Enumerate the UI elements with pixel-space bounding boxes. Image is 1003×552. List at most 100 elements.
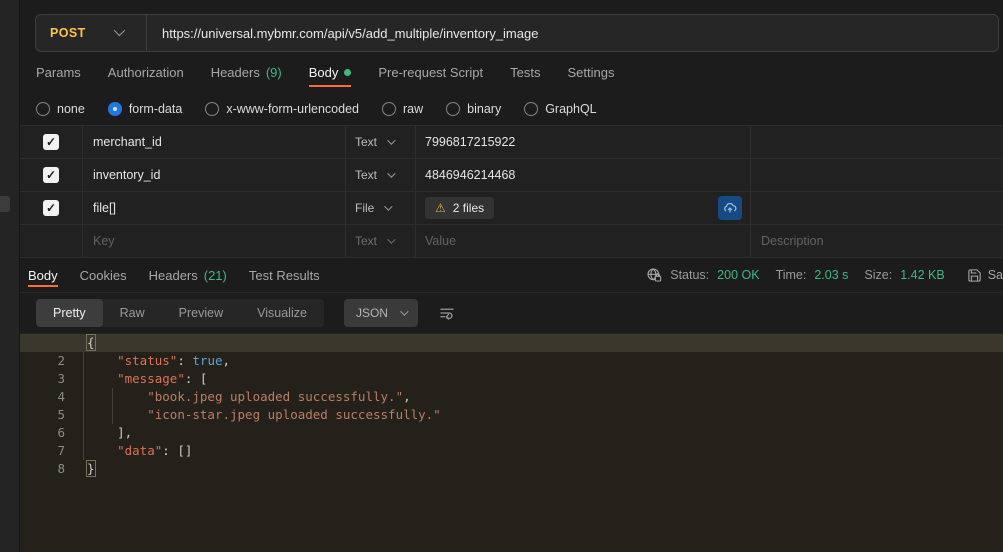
mode-label: GraphQL xyxy=(545,102,596,116)
files-badge[interactable]: ⚠ 2 files xyxy=(425,197,494,219)
body-mode-raw[interactable]: raw xyxy=(382,102,423,116)
type-select[interactable]: Text xyxy=(345,159,415,191)
key-input[interactable] xyxy=(93,234,345,248)
response-tabs: Body Cookies Headers(21) Test Results xyxy=(28,258,320,292)
view-tab-visualize[interactable]: Visualize xyxy=(240,299,324,327)
radio-icon xyxy=(524,102,538,116)
code-content: { "status": true, "message": [ "book.jpe… xyxy=(83,334,1003,552)
save-label: Sa xyxy=(988,268,1003,282)
type-label: Text xyxy=(355,168,377,182)
chevron-down-icon xyxy=(387,169,395,177)
code-line: "message": [ xyxy=(87,370,1003,388)
url-input[interactable]: https://universal.mybmr.com/api/v5/add_m… xyxy=(147,26,538,41)
view-tab-raw[interactable]: Raw xyxy=(103,299,162,327)
row-checkbox[interactable]: ✓ xyxy=(43,200,59,216)
save-response-button[interactable]: Sa xyxy=(967,268,1003,283)
description-input[interactable] xyxy=(761,234,1003,248)
value-cell[interactable]: 4846946214468 xyxy=(415,159,750,191)
value-input[interactable] xyxy=(425,234,742,248)
response-tab-body[interactable]: Body xyxy=(28,258,58,292)
mode-label: raw xyxy=(403,102,423,116)
cloud-upload-button[interactable] xyxy=(718,196,742,220)
tab-authorization[interactable]: Authorization xyxy=(108,52,184,92)
response-body-editor[interactable]: 12345678 { "status": true, "message": [ … xyxy=(20,333,1003,552)
code-line: "book.jpeg uploaded successfully.", xyxy=(87,388,1003,406)
description-cell[interactable] xyxy=(750,192,1003,224)
view-tab-pretty[interactable]: Pretty xyxy=(36,299,103,327)
row-checkbox[interactable]: ✓ xyxy=(43,134,59,150)
tab-label: Cookies xyxy=(80,268,127,283)
tab-label: Body xyxy=(28,268,58,283)
tab-label: Authorization xyxy=(108,65,184,80)
wrap-text-button[interactable] xyxy=(438,304,456,322)
cloud-upload-icon xyxy=(723,201,737,215)
main-content: POST https://universal.mybmr.com/api/v5/… xyxy=(20,0,1003,552)
body-mode-form-data[interactable]: form-data xyxy=(108,102,183,116)
status-label: Status: xyxy=(670,268,709,282)
language-select[interactable]: JSON xyxy=(344,299,418,327)
chevron-down-icon xyxy=(387,235,395,243)
warning-icon: ⚠ xyxy=(435,202,446,214)
chevron-down-icon xyxy=(400,307,408,315)
tab-pre-request-script[interactable]: Pre-request Script xyxy=(378,52,483,92)
size-value: 1.42 KB xyxy=(900,268,944,282)
method-select[interactable]: POST xyxy=(36,26,146,40)
save-icon xyxy=(967,268,982,283)
key-cell[interactable]: merchant_id xyxy=(82,126,345,158)
code-line: } xyxy=(87,460,1003,478)
response-tab-headers[interactable]: Headers(21) xyxy=(149,258,227,292)
mode-label: none xyxy=(57,102,85,116)
radio-icon xyxy=(382,102,396,116)
tab-count: (21) xyxy=(204,268,227,283)
view-tab-preview[interactable]: Preview xyxy=(162,299,240,327)
tab-tests[interactable]: Tests xyxy=(510,52,540,92)
tab-label: Tests xyxy=(510,65,540,80)
radio-icon xyxy=(36,102,50,116)
response-toolbar: Pretty Raw Preview Visualize JSON xyxy=(20,293,1003,333)
value-cell: ⚠ 2 files xyxy=(415,192,750,224)
key-cell[interactable]: inventory_id xyxy=(82,159,345,191)
rail-scroll-thumb[interactable] xyxy=(0,196,10,212)
value-cell[interactable]: 7996817215922 xyxy=(415,126,750,158)
tab-body[interactable]: Body xyxy=(309,52,352,92)
line-numbers: 12345678 xyxy=(20,334,83,552)
left-rail xyxy=(0,0,20,552)
files-count-label: 2 files xyxy=(453,201,484,215)
body-mode-binary[interactable]: binary xyxy=(446,102,501,116)
size-label: Size: xyxy=(864,268,892,282)
code-line: ], xyxy=(87,424,1003,442)
unsaved-dot-icon xyxy=(344,69,351,76)
form-data-table: ✓ merchant_id Text 7996817215922 ✓ inven… xyxy=(20,125,1003,258)
mode-label: binary xyxy=(467,102,501,116)
network-info-button[interactable] xyxy=(646,267,662,283)
globe-lock-icon xyxy=(646,267,662,283)
row-checkbox[interactable]: ✓ xyxy=(43,167,59,183)
type-label: File xyxy=(355,201,374,215)
request-url-row: POST https://universal.mybmr.com/api/v5/… xyxy=(20,0,1003,52)
method-label: POST xyxy=(50,26,86,40)
language-label: JSON xyxy=(356,306,388,320)
response-tab-test-results[interactable]: Test Results xyxy=(249,258,320,292)
tab-params[interactable]: Params xyxy=(36,52,81,92)
chevron-down-icon xyxy=(385,202,393,210)
tab-settings[interactable]: Settings xyxy=(567,52,614,92)
api-client-window: POST https://universal.mybmr.com/api/v5/… xyxy=(0,0,1003,552)
description-cell[interactable] xyxy=(750,126,1003,158)
mode-label: form-data xyxy=(129,102,183,116)
body-mode-row: none form-data x-www-form-urlencoded raw… xyxy=(20,92,1003,125)
key-cell[interactable]: file[] xyxy=(82,192,345,224)
type-select[interactable]: File xyxy=(345,192,415,224)
tab-label: Settings xyxy=(567,65,614,80)
table-row-empty: Text xyxy=(20,225,1003,258)
response-tab-cookies[interactable]: Cookies xyxy=(80,258,127,292)
type-select[interactable]: Text xyxy=(345,126,415,158)
tab-label: Pre-request Script xyxy=(378,65,483,80)
type-select[interactable]: Text xyxy=(345,225,415,257)
description-cell[interactable] xyxy=(750,159,1003,191)
body-mode-graphql[interactable]: GraphQL xyxy=(524,102,596,116)
tab-headers[interactable]: Headers(9) xyxy=(211,52,282,92)
table-row: ✓ file[] File ⚠ 2 files xyxy=(20,192,1003,225)
time-value: 2.03 s xyxy=(814,268,848,282)
body-mode-none[interactable]: none xyxy=(36,102,85,116)
body-mode-x-www-form-urlencoded[interactable]: x-www-form-urlencoded xyxy=(205,102,359,116)
